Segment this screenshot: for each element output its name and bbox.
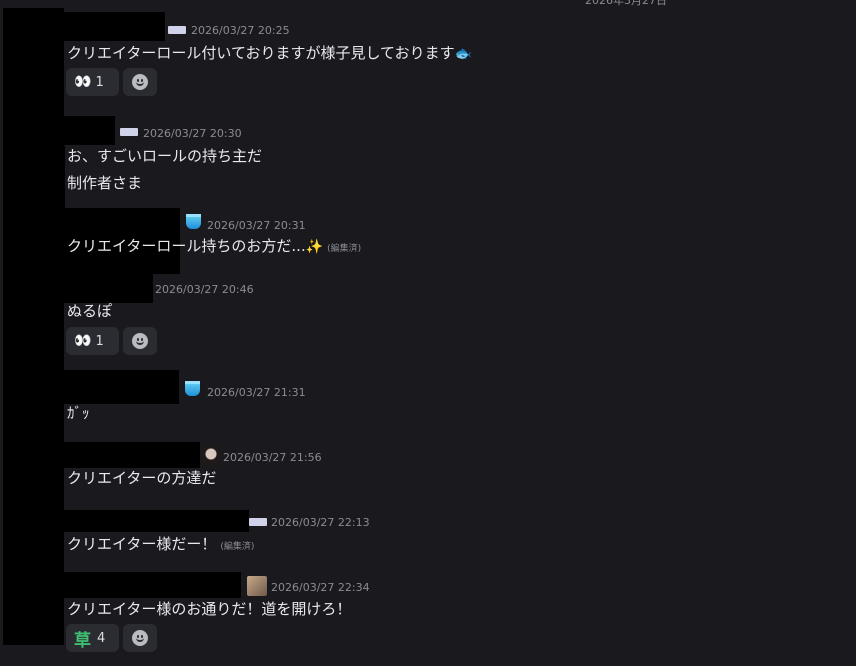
add-reaction-button[interactable] (123, 624, 157, 652)
message-line-2: 制作者さま (67, 174, 143, 192)
message-body: クリエイターロール付いておりますが様子見しております (67, 44, 455, 62)
add-reaction-button[interactable] (123, 327, 157, 355)
reaction-kusa[interactable]: 草 4 (66, 624, 119, 652)
message-7: 2026/03/27 22:13 クリエイター様だー！ (編集済) (0, 510, 856, 570)
role-badge-icon (120, 128, 138, 136)
avatar-mini-icon (247, 576, 267, 596)
fish-emoji-icon: 🐟 (454, 46, 473, 62)
username-redacted[interactable] (62, 12, 165, 41)
username-redacted[interactable] (62, 510, 249, 532)
message-text: クリエイターロール付いておりますが様子見しております🐟 (67, 42, 472, 63)
reaction-count: 1 (95, 333, 104, 349)
message-text: ｶﾞｯ (67, 404, 90, 422)
message-text: クリエイター様のお通りだ！道を開けろ！ (67, 600, 352, 618)
message-timestamp[interactable]: 2026/03/27 20:31 (207, 219, 306, 232)
bucket-badge-icon (183, 381, 201, 399)
edited-label: (編集済) (327, 244, 362, 254)
message-body: クリエイターロール持ちのお方だ... (67, 237, 306, 255)
message-bg-redacted (62, 146, 65, 208)
bucket-badge-icon (184, 214, 202, 232)
message-timestamp[interactable]: 2026/03/27 21:56 (223, 451, 322, 464)
username-redacted[interactable] (62, 442, 200, 468)
eyes-emoji-icon: 👀 (74, 333, 91, 349)
eyes-emoji-icon: 👀 (74, 74, 91, 90)
message-1: 2026/03/27 20:25 クリエイターロール付いておりますが様子見してお… (0, 12, 856, 102)
add-reaction-button[interactable] (123, 68, 157, 96)
smiley-icon (132, 333, 148, 349)
message-timestamp[interactable]: 2026/03/27 22:34 (271, 581, 370, 594)
username-redacted[interactable] (62, 274, 153, 303)
message-text: ぬるぽ (67, 302, 113, 320)
message-timestamp[interactable]: 2026/03/27 21:31 (207, 386, 306, 399)
message-3: 2026/03/27 20:31 クリエイターロール持ちのお方だ...✨ (編集済… (0, 208, 856, 274)
message-text: クリエイターの方達だ (67, 469, 217, 487)
reaction-count: 4 (97, 630, 106, 646)
username-redacted[interactable] (62, 572, 241, 598)
reaction-eyes[interactable]: 👀 1 (66, 327, 119, 355)
message-timestamp[interactable]: 2026/03/27 20:46 (155, 283, 254, 296)
role-badge-icon (249, 518, 267, 526)
message-timestamp[interactable]: 2026/03/27 22:13 (271, 516, 370, 529)
sparkles-emoji-icon: ✨ (305, 239, 324, 255)
date-divider: 2026年3月27日 (585, 0, 667, 7)
message-timestamp[interactable]: 2026/03/27 20:30 (143, 127, 242, 140)
kusa-emoji-icon: 草 (74, 630, 91, 651)
reaction-count: 1 (95, 74, 104, 90)
message-text: クリエイター様だー！ (編集済) (67, 533, 254, 554)
message-8: 2026/03/27 22:34 クリエイター様のお通りだ！道を開けろ！ 草 4 (0, 572, 856, 666)
reaction-eyes[interactable]: 👀 1 (66, 68, 119, 96)
username-redacted[interactable] (62, 116, 115, 145)
avatar-mini-icon (201, 446, 221, 466)
message-timestamp[interactable]: 2026/03/27 20:25 (191, 24, 290, 37)
message-4: 2026/03/27 20:46 ぬるぽ 👀 1 (0, 274, 856, 364)
role-badge-icon (168, 26, 186, 34)
message-6: 2026/03/27 21:56 クリエイターの方達だ (0, 442, 856, 502)
smiley-icon (132, 630, 148, 646)
message-2: 2026/03/27 20:30 お、すごいロールの持ち主だ 制作者さま (0, 116, 856, 208)
edited-label: (編集済) (220, 542, 255, 552)
message-5: 2026/03/27 21:31 ｶﾞｯ (0, 370, 856, 436)
message-text: クリエイターロール持ちのお方だ...✨ (編集済) (67, 235, 361, 256)
message-line-1: お、すごいロールの持ち主だ (67, 147, 263, 165)
smiley-icon (132, 74, 148, 90)
username-redacted[interactable] (62, 370, 179, 404)
message-body: クリエイター様だー！ (67, 535, 217, 553)
